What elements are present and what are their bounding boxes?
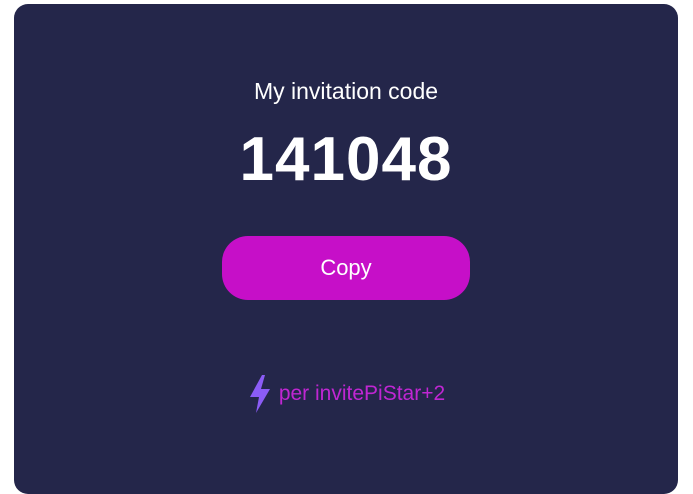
invitation-title: My invitation code bbox=[253, 78, 439, 104]
reward-info: per invitePiStar+2 bbox=[14, 374, 678, 414]
lightning-bolt-icon bbox=[247, 374, 273, 414]
reward-text: per invitePiStar+2 bbox=[278, 382, 446, 405]
copy-button[interactable]: Copy bbox=[222, 236, 470, 300]
invitation-code: 141048 bbox=[239, 125, 453, 194]
invitation-card: My invitation code 141048 Copy per invit… bbox=[14, 4, 678, 494]
